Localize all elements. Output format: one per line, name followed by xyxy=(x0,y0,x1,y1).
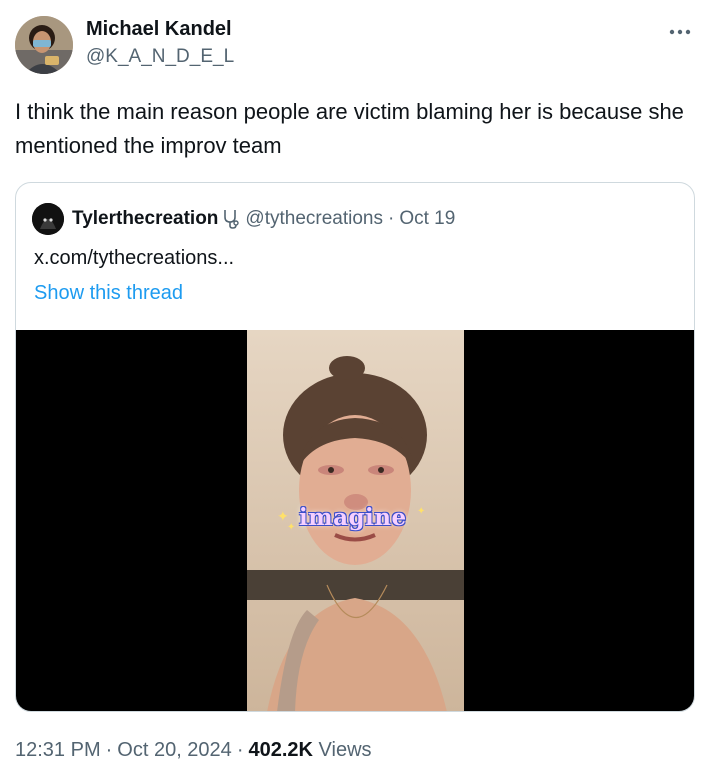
quoted-author-handle[interactable]: @tythecreations xyxy=(245,208,383,230)
separator-dot: · xyxy=(388,208,395,229)
tweet: Michael Kandel @K_A_N_D_E_L I think the … xyxy=(0,0,716,784)
quoted-media-video[interactable]: ✦ ✦ ✦ imagine xyxy=(16,330,694,711)
author-block: Michael Kandel @K_A_N_D_E_L xyxy=(86,16,234,70)
tweet-meta: 12:31 PM · Oct 20, 2024 · 402.2K Views xyxy=(15,735,372,765)
quoted-text: x.com/tythecreations... xyxy=(34,247,235,269)
sparkle-icon: ✦ xyxy=(287,522,296,533)
tweet-date[interactable]: Oct 20, 2024 xyxy=(117,739,232,761)
imagine-sticker: imagine xyxy=(299,504,407,531)
tweet-time[interactable]: 12:31 PM xyxy=(15,739,101,761)
quoted-author-name[interactable]: Tylerthecreation xyxy=(72,208,218,230)
more-horizontal-icon[interactable] xyxy=(666,22,694,42)
quoted-date[interactable]: Oct 19 xyxy=(399,208,455,230)
quoted-avatar[interactable] xyxy=(32,203,64,235)
author-handle[interactable]: @K_A_N_D_E_L xyxy=(86,44,234,70)
video-frame: ✦ ✦ ✦ imagine xyxy=(247,330,464,711)
sparkle-icon: ✦ xyxy=(417,506,426,517)
stethoscope-icon xyxy=(221,208,241,230)
tweet-text: I think the main reason people are victi… xyxy=(15,99,684,158)
show-thread-link[interactable]: Show this thread xyxy=(34,278,183,308)
views-count: 402.2K xyxy=(248,739,313,761)
separator-dot: · xyxy=(105,739,113,761)
quoted-tweet[interactable]: Tylerthecreation @tythecreations · Oct 1… xyxy=(15,182,695,712)
quoted-header: Tylerthecreation @tythecreations · Oct 1… xyxy=(32,203,455,235)
views-label: Views xyxy=(318,739,372,761)
author-name[interactable]: Michael Kandel xyxy=(86,16,234,42)
separator-dot: · xyxy=(236,739,244,761)
avatar[interactable] xyxy=(15,16,73,74)
